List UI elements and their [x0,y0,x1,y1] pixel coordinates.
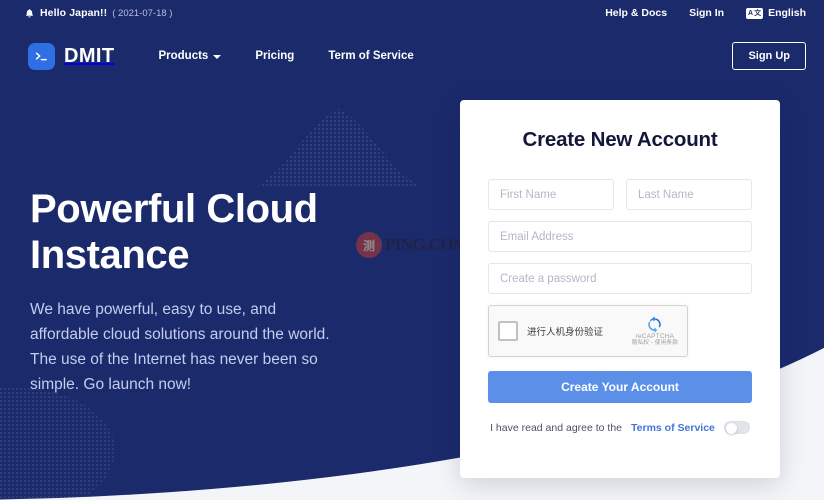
sign-in-link[interactable]: Sign In [689,7,724,19]
terms-agreement-row: I have read and agree to the Terms of Se… [488,421,752,434]
main-navigation: DMIT Products Pricing Term of Service Si… [0,34,824,78]
hero-title: Powerful Cloud Instance [30,186,380,279]
top-utility-links: Help & Docs Sign In A文 English [605,7,806,19]
nav-item-term-of-service[interactable]: Term of Service [328,50,413,62]
nav-links: Products Pricing Term of Service [158,50,413,62]
recaptcha-icon [646,316,663,333]
first-name-input[interactable] [488,179,614,210]
hero-subtitle: We have powerful, easy to use, and affor… [30,297,330,397]
card-title: Create New Account [488,128,752,152]
hero-title-line-2: Instance [30,232,380,278]
recaptcha-label: 进行人机身份验证 [527,324,603,338]
decorative-dotted-mountain [258,108,418,186]
chevron-down-icon [213,55,221,59]
password-input[interactable] [488,263,752,294]
page-root: Hello Japan!! ( 2021-07-18 ) Help & Docs… [0,0,824,500]
recaptcha-branding: reCAPTCHA 隐私权 - 使用条款 [632,316,678,347]
terms-agreement-toggle[interactable] [724,421,750,434]
recaptcha-checkbox[interactable] [498,321,518,341]
name-field-row [488,179,752,210]
hero-copy: Powerful Cloud Instance We have powerful… [30,186,380,397]
hero-title-line-1: Powerful Cloud [30,186,380,232]
announcement-date: ( 2021-07-18 ) [112,8,172,19]
language-icon: A文 [746,8,763,19]
nav-item-products[interactable]: Products [158,50,221,62]
terminal-prompt-icon [28,43,55,70]
terms-of-service-link[interactable]: Terms of Service [631,422,715,434]
nav-item-term-of-service-label: Term of Service [328,50,413,62]
help-docs-link[interactable]: Help & Docs [605,7,667,19]
decorative-dotted-blob [0,388,115,500]
terms-agreement-text: I have read and agree to the [490,422,622,434]
create-account-card: Create New Account 进行人机身份验证 reCAPTCHA 隐私… [460,100,780,478]
recaptcha-terms-label[interactable]: 隐私权 - 使用条款 [632,340,678,346]
toggle-knob [726,423,737,434]
nav-item-products-label: Products [158,50,208,62]
announcement: Hello Japan!! ( 2021-07-18 ) [24,7,172,19]
language-icon-cjk: 文 [754,10,761,17]
bell-icon [24,8,35,19]
language-label: English [768,7,806,19]
language-icon-latin: A [748,10,753,17]
create-account-submit-button[interactable]: Create Your Account [488,371,752,403]
brand-logo[interactable]: DMIT [28,43,114,70]
last-name-input[interactable] [626,179,752,210]
top-utility-bar: Hello Japan!! ( 2021-07-18 ) Help & Docs… [0,0,824,26]
nav-item-pricing-label: Pricing [255,50,294,62]
announcement-text: Hello Japan!! [40,7,107,19]
recaptcha-widget[interactable]: 进行人机身份验证 reCAPTCHA 隐私权 - 使用条款 [488,305,688,357]
sign-up-button[interactable]: Sign Up [732,42,806,70]
email-input[interactable] [488,221,752,252]
brand-name: DMIT [64,45,114,68]
language-switcher[interactable]: A文 English [746,7,806,19]
nav-item-pricing[interactable]: Pricing [255,50,294,62]
